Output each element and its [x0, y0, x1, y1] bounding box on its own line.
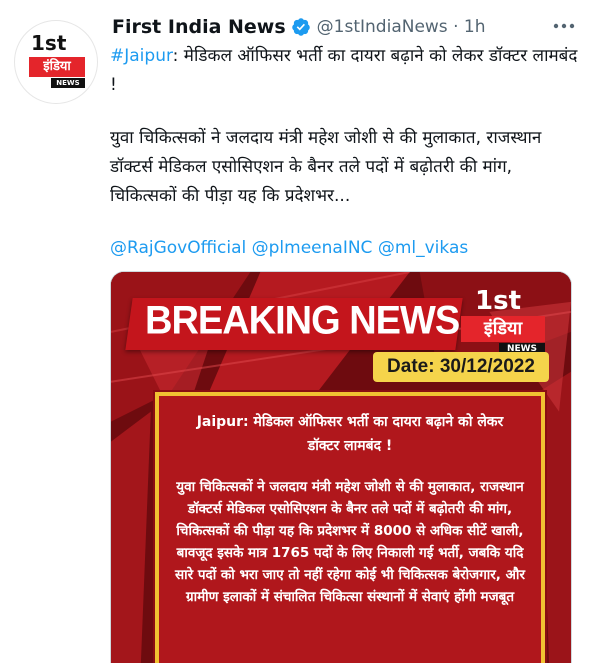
avatar-logo-number: 1st: [31, 31, 67, 55]
news-box-body: युवा चिकित्सकों ने जलदाय मंत्री महेश जोश…: [175, 479, 525, 605]
breaking-news-banner: BREAKING NEWS: [145, 298, 460, 344]
handle-and-time[interactable]: @1stIndiaNews · 1h: [317, 17, 486, 37]
news-text-box: Jaipur: मेडिकल ऑफिसर भर्ती का दायरा बढ़ा…: [155, 392, 545, 663]
verified-badge-icon: [291, 18, 310, 36]
tweet-header: First India News @1stIndiaNews · 1h: [112, 14, 485, 40]
display-name[interactable]: First India News: [112, 16, 286, 38]
tweet[interactable]: 1st इंडिया NEWS First India News @1stInd…: [0, 0, 591, 663]
more-options-icon[interactable]: [551, 14, 577, 38]
avatar-logo-band: इंडिया: [29, 57, 85, 77]
avatar-logo-sub: NEWS: [51, 78, 85, 88]
date-label: Date: 30/12/2022: [373, 352, 549, 382]
mention-links[interactable]: @RajGovOfficial @plmeenaINC @ml_vikas: [110, 234, 580, 263]
news-box-headline: Jaipur: मेडिकल ऑफिसर भर्ती का दायरा बढ़ा…: [196, 414, 504, 454]
tweet-image[interactable]: BREAKING NEWS 1st इंडिया NEWS Date: 30/1…: [110, 271, 572, 663]
card-logo-band: इंडिया: [461, 316, 545, 342]
hashtag-link[interactable]: #Jaipur: [110, 46, 173, 66]
tweet-paragraph: युवा चिकित्सकों ने जलदाय मंत्री महेश जोश…: [110, 128, 542, 206]
card-logo-number: 1st: [475, 286, 521, 316]
headline-text: : मेडिकल ऑफिसर भर्ती का दायरा बढ़ाने को …: [110, 46, 578, 95]
card-logo: 1st इंडिया NEWS: [459, 286, 549, 362]
tweet-headline: #Jaipur: मेडिकल ऑफिसर भर्ती का दायरा बढ़…: [110, 42, 580, 100]
avatar[interactable]: 1st इंडिया NEWS: [14, 20, 98, 104]
